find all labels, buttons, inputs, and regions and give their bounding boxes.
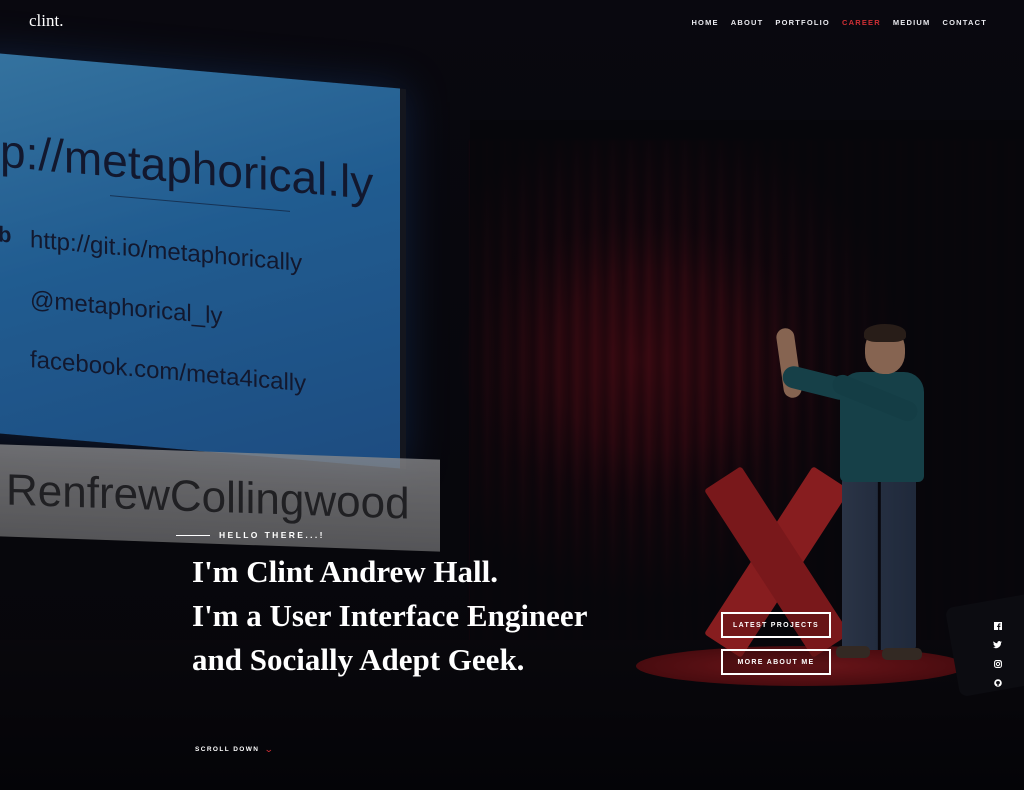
social-links — [993, 620, 1002, 688]
nav-medium[interactable]: MEDIUM — [893, 18, 931, 27]
headline-line-1: I'm Clint Andrew Hall. — [192, 554, 499, 589]
site-logo[interactable]: clint. — [29, 11, 63, 31]
kicker-text: HELLO THERE...! — [219, 530, 325, 540]
github-icon[interactable] — [993, 677, 1002, 688]
instagram-icon[interactable] — [993, 658, 1002, 669]
chevron-down-icon: ⌄ — [264, 744, 275, 754]
scroll-down-label: SCROLL DOWN — [195, 746, 260, 753]
scroll-down-link[interactable]: SCROLL DOWN ⌄ — [195, 744, 275, 754]
nav-career[interactable]: CAREER — [842, 18, 881, 27]
hero-headline: I'm Clint Andrew Hall. I'm a User Interf… — [192, 550, 587, 682]
nav-contact[interactable]: CONTACT — [942, 18, 987, 27]
nav-about[interactable]: ABOUT — [731, 18, 764, 27]
nav-home[interactable]: HOME — [691, 18, 718, 27]
main-nav: HOME ABOUT PORTFOLIO CAREER MEDIUM CONTA… — [691, 18, 987, 27]
headline-line-3: and Socially Adept Geek. — [192, 642, 525, 677]
intro-kicker: HELLO THERE...! — [176, 530, 325, 540]
headline-line-2: I'm a User Interface Engineer — [192, 598, 588, 633]
facebook-icon[interactable] — [993, 620, 1002, 631]
more-about-me-button[interactable]: MORE ABOUT ME — [721, 649, 831, 675]
twitter-icon[interactable] — [993, 639, 1002, 650]
kicker-line — [176, 534, 210, 536]
nav-portfolio[interactable]: PORTFOLIO — [775, 18, 830, 27]
latest-projects-button[interactable]: LATEST PROJECTS — [721, 612, 831, 638]
